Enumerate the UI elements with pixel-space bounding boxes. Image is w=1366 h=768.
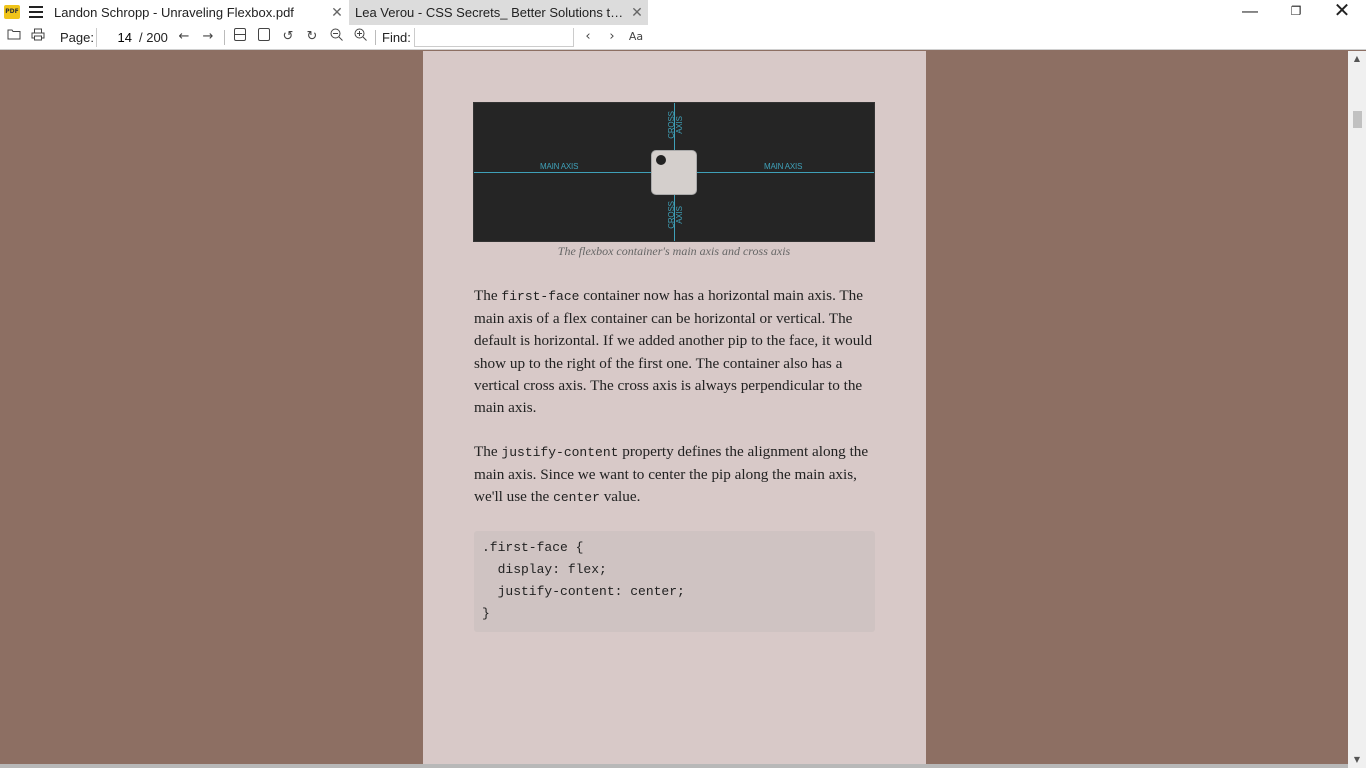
vertical-scrollbar[interactable]: ▲ ▼ xyxy=(1348,51,1366,768)
scroll-up-icon[interactable]: ▲ xyxy=(1348,51,1366,67)
horizontal-scrollbar[interactable] xyxy=(0,764,1348,768)
die-face xyxy=(651,150,697,195)
cross-axis-label: CROSS AXIS xyxy=(667,201,684,229)
find-label: Find: xyxy=(382,30,411,45)
single-page-icon[interactable] xyxy=(255,28,273,46)
tab-label: Lea Verou - CSS Secrets_ Better Solution… xyxy=(355,5,630,20)
inline-code: center xyxy=(553,490,600,506)
menu-icon[interactable] xyxy=(29,6,43,18)
print-icon[interactable] xyxy=(29,28,47,46)
text: value. xyxy=(599,488,641,506)
cross-axis-label: CROSS AXIS xyxy=(667,111,684,139)
rotate-left-icon[interactable]: ↺ xyxy=(279,28,297,46)
maximize-button[interactable]: ❐ xyxy=(1273,0,1319,25)
flexbox-axes-figure: MAIN AXIS MAIN AXIS CROSS AXIS CROSS AXI… xyxy=(473,102,875,242)
main-axis-label: MAIN AXIS xyxy=(540,162,579,171)
open-folder-icon[interactable] xyxy=(5,28,23,46)
die-pip xyxy=(656,155,666,165)
minimize-button[interactable]: — xyxy=(1227,0,1273,25)
text: The xyxy=(474,287,502,304)
rotate-right-icon[interactable]: ↻ xyxy=(303,28,321,46)
toolbar-divider xyxy=(375,30,376,45)
pdf-page: MAIN AXIS MAIN AXIS CROSS AXIS CROSS AXI… xyxy=(423,51,926,768)
close-window-button[interactable]: ✕ xyxy=(1319,0,1365,25)
toolbar: Page: / 200 ← → ↺ ↻ Find: ‹ › Aa xyxy=(0,25,1366,50)
tab-close-icon[interactable]: ✕ xyxy=(630,0,644,25)
page-number-input[interactable] xyxy=(96,28,136,47)
next-page-icon[interactable]: → xyxy=(199,28,217,46)
page-label: Page: xyxy=(60,30,94,45)
tab-label: Landon Schropp - Unraveling Flexbox.pdf xyxy=(54,5,294,20)
document-viewport[interactable]: MAIN AXIS MAIN AXIS CROSS AXIS CROSS AXI… xyxy=(0,51,1348,768)
find-next-icon[interactable]: › xyxy=(603,28,621,46)
toolbar-divider xyxy=(224,30,225,45)
paragraph: The first-face container now has a horiz… xyxy=(474,285,879,419)
figure-caption: The flexbox container's main axis and cr… xyxy=(557,244,791,258)
page-total: / 200 xyxy=(139,30,168,45)
zoom-in-icon[interactable] xyxy=(351,28,369,46)
tab-css-secrets[interactable]: Lea Verou - CSS Secrets_ Better Solution… xyxy=(349,0,648,25)
scroll-thumb[interactable] xyxy=(1353,111,1362,128)
find-previous-icon[interactable]: ‹ xyxy=(579,28,597,46)
main-axis-label: MAIN AXIS xyxy=(764,162,803,171)
tab-close-icon[interactable]: ✕ xyxy=(330,0,344,25)
text: container now has a horizontal main axis… xyxy=(474,287,873,417)
zoom-out-icon[interactable] xyxy=(327,28,345,46)
paragraph: The justify-content property defines the… xyxy=(474,441,879,510)
inline-code: first-face xyxy=(501,289,580,304)
previous-page-icon[interactable]: ← xyxy=(175,28,193,46)
tab-unraveling-flexbox[interactable]: Landon Schropp - Unraveling Flexbox.pdf … xyxy=(48,0,348,25)
continuous-view-icon[interactable] xyxy=(231,28,249,46)
code-block: .first-face { display: flex; justify-con… xyxy=(474,531,875,632)
scroll-down-icon[interactable]: ▼ xyxy=(1348,752,1366,768)
find-input[interactable] xyxy=(414,28,574,47)
app-logo-icon: PDF xyxy=(4,5,20,19)
match-case-button[interactable]: Aa xyxy=(627,28,645,46)
text: The xyxy=(474,443,502,460)
title-bar: PDF Landon Schropp - Unraveling Flexbox.… xyxy=(0,0,1366,25)
inline-code: justify-content xyxy=(501,445,619,460)
